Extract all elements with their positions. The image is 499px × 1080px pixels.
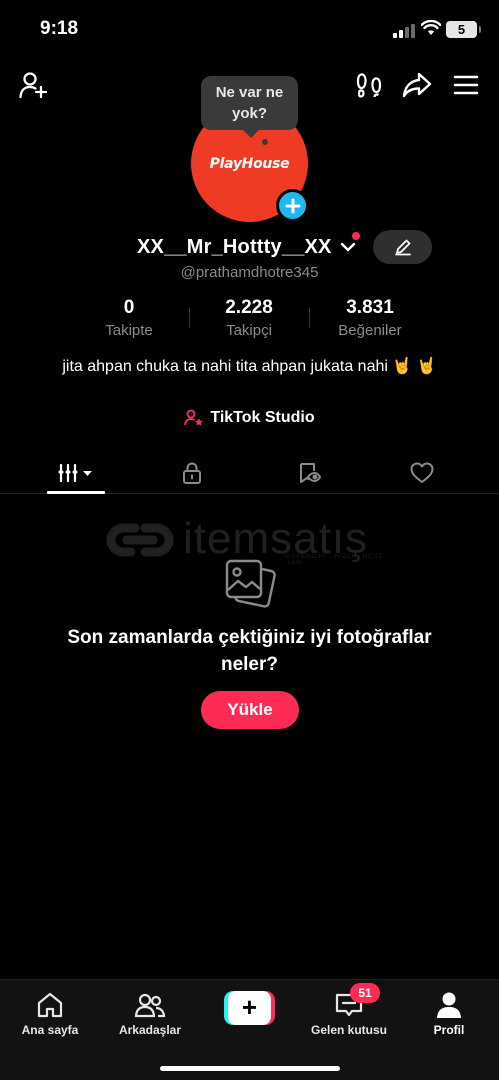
stat-value: 0 <box>123 297 135 318</box>
username[interactable]: XX__Mr_Hottty__XX <box>137 236 332 259</box>
tab-liked[interactable] <box>392 452 452 494</box>
status-bar: 9:18 5 <box>0 0 499 58</box>
tab-videos[interactable] <box>46 452 106 494</box>
lock-icon <box>183 462 201 484</box>
inbox-badge: 51 <box>350 983 380 1003</box>
stat-likes[interactable]: 3.831 Beğeniler <box>315 297 425 339</box>
heart-icon <box>410 462 434 483</box>
studio-user-star-icon <box>184 409 204 426</box>
profile-tabs <box>0 452 499 494</box>
edit-profile-button[interactable] <box>373 230 432 264</box>
bookmark-eye-icon <box>300 463 321 483</box>
upload-button[interactable]: Yükle <box>201 691 299 729</box>
active-tab-indicator <box>47 491 105 494</box>
tab-private[interactable] <box>162 452 222 494</box>
add-user-icon <box>19 72 48 99</box>
watermark-subtext: GÜVENİLİR · HIZLI · UCUZ · .com <box>285 554 390 566</box>
photo-icon <box>225 559 276 608</box>
stat-label: Takipçi <box>226 322 272 339</box>
home-icon <box>37 992 63 1018</box>
stat-value: 2.228 <box>225 297 273 318</box>
nav-profile-label: Profil <box>433 1023 465 1037</box>
share-icon <box>402 72 432 98</box>
stat-divider <box>189 308 190 328</box>
nav-friends[interactable]: Arkadaşlar <box>102 990 198 1040</box>
nav-inbox-label: Gelen kutusu <box>310 1023 387 1037</box>
nav-friends-label: Arkadaşlar <box>118 1023 182 1037</box>
nav-profile[interactable]: Profil <box>401 990 497 1040</box>
tiktok-studio-link[interactable]: TikTok Studio <box>0 409 499 427</box>
tab-reposts[interactable] <box>279 452 339 494</box>
studio-label: TikTok Studio <box>210 409 315 426</box>
plus-icon <box>285 198 300 213</box>
battery-indicator: 5 <box>446 21 481 38</box>
empty-state-title: Son zamanlarda çektiğiniz iyi fotoğrafla… <box>67 627 432 675</box>
stat-following[interactable]: 0 Takipte <box>74 297 184 339</box>
stat-value: 3.831 <box>346 297 394 318</box>
chevron-down-icon[interactable] <box>339 238 357 256</box>
note-bubble[interactable]: Ne var ne yok? <box>201 76 298 138</box>
hamburger-menu-icon <box>453 75 479 95</box>
profile-icon <box>437 992 461 1018</box>
profile-bio: jita ahpan chuka ta nahi tita ahpan juka… <box>62 358 437 375</box>
avatar-brand-text: PlayHouse <box>209 155 290 172</box>
notification-dot <box>352 232 360 240</box>
stat-label: Takipte <box>105 322 153 339</box>
footprints-icon <box>356 73 382 98</box>
watermark-logo-icon <box>106 523 174 557</box>
nav-home-label: Ana sayfa <box>21 1023 79 1037</box>
user-handle: @prathamdhotre345 <box>180 264 319 281</box>
share-button[interactable] <box>400 68 434 102</box>
profile-views-button[interactable] <box>354 68 384 102</box>
pencil-icon <box>394 239 411 256</box>
signal-icon <box>393 24 415 38</box>
status-time: 9:18 <box>40 18 79 39</box>
stat-divider <box>309 308 310 328</box>
note-bubble-tail <box>262 139 268 145</box>
home-indicator <box>160 1066 340 1071</box>
add-story-button[interactable] <box>276 189 309 222</box>
grid-bars-icon <box>58 463 92 483</box>
bottom-nav: Ana sayfa Arkadaşlar + Gelen kutusu 51 P… <box>0 979 499 1080</box>
wifi-icon <box>421 20 441 35</box>
stat-followers[interactable]: 2.228 Takipçi <box>194 297 304 339</box>
stat-label: Beğeniler <box>338 322 402 339</box>
plus-icon: + <box>228 991 271 1025</box>
nav-home[interactable]: Ana sayfa <box>2 990 98 1040</box>
menu-button[interactable] <box>450 68 482 102</box>
nav-inbox[interactable]: Gelen kutusu <box>301 990 397 1040</box>
add-friend-button[interactable] <box>16 68 50 102</box>
friends-icon <box>134 993 166 1018</box>
create-button[interactable]: + <box>224 991 275 1025</box>
